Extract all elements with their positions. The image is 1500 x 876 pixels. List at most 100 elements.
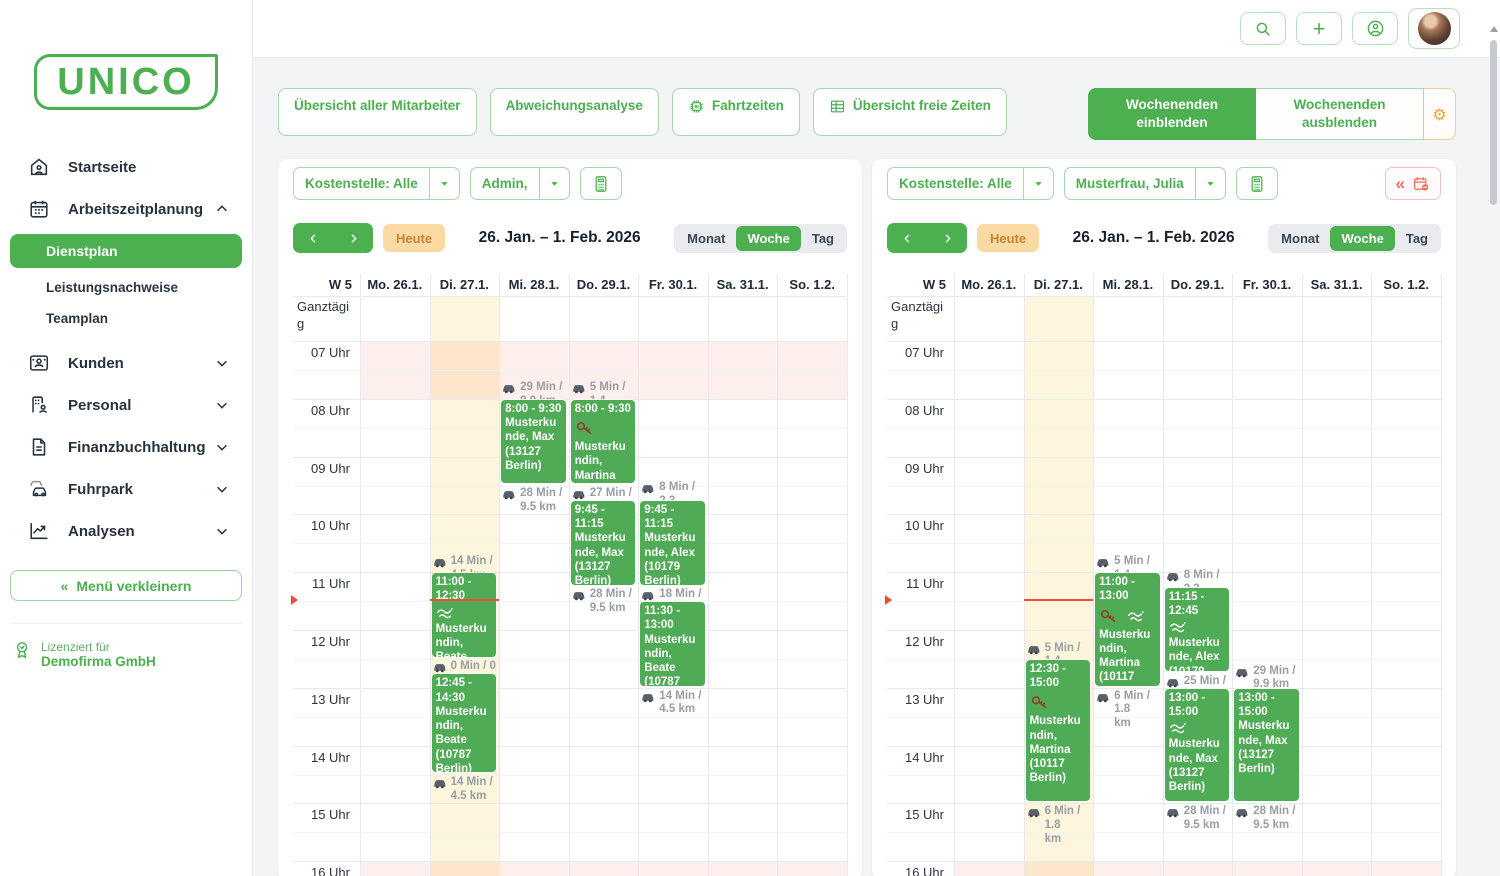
car-icon [1235, 667, 1250, 678]
car-icon [1166, 807, 1181, 818]
today-label: Heute [990, 231, 1026, 246]
calendar-panels: Kostenstelle: Alle Admin, Heute 26. Jan.… [278, 159, 1456, 876]
table-icon [829, 98, 846, 115]
travel-time-label: 14 Min /4.5 km [433, 776, 499, 804]
cost-center-dropdown[interactable]: Kostenstelle: Alle [887, 167, 1054, 200]
sidebar-item-dienstplan[interactable]: Dienstplan [10, 234, 242, 268]
panel-navigation: Heute 26. Jan. – 1. Feb. 2026 Monat Woch… [887, 223, 1441, 253]
current-time-marker [885, 595, 892, 605]
day-header: Do. 29.1. [569, 277, 639, 293]
weekend-show-button[interactable]: Wochenenden einblenden [1088, 88, 1256, 140]
day-header: Sa. 31.1. [708, 277, 778, 293]
profile-button[interactable] [1408, 8, 1460, 49]
car-icon [572, 383, 587, 394]
view-tag[interactable]: Tag [801, 226, 845, 251]
hour-line [293, 688, 847, 689]
calendar-event[interactable]: 11:30 - 13:00Musterkundin, Beate (10787 … [640, 602, 705, 686]
abweichungsanalyse-button[interactable]: Abweichungsanalyse [490, 88, 659, 136]
ai-chip-icon [688, 98, 705, 115]
sidebar-item-finanzbuchhaltung[interactable]: Finanzbuchhaltung [0, 426, 252, 468]
calendar-event[interactable]: 11:00 - 13:00Musterkundin, Martina (1011… [1095, 573, 1160, 686]
day-header: Mo. 26.1. [360, 277, 430, 293]
calendar-icon [28, 198, 50, 220]
view-woche[interactable]: Woche [1330, 226, 1394, 251]
signature-swoosh-icon [1169, 621, 1187, 634]
header-separator-line [293, 296, 847, 297]
add-button[interactable]: + [1296, 12, 1342, 45]
view-monat[interactable]: Monat [676, 226, 736, 251]
car-icon [641, 590, 656, 601]
calendar-event[interactable]: 12:45 - 14:30Musterkundin, Beate (10787 … [432, 674, 497, 772]
remove-comparison-button[interactable]: « [1385, 167, 1441, 200]
week-nav [293, 223, 373, 253]
prev-week-button[interactable] [887, 232, 927, 245]
sidebar-item-arbeitszeitplanung[interactable]: Arbeitszeitplanung [0, 188, 252, 230]
sidebar-item-kunden[interactable]: Kunden [0, 342, 252, 384]
day-header: Mi. 28.1. [499, 277, 569, 293]
car-icon [502, 489, 517, 500]
calendar-event[interactable]: 11:15 - 12:45Musterkunde, Alex (10179 Be… [1165, 588, 1230, 672]
sidebar-item-label: Dienstplan [46, 243, 118, 259]
settings-button[interactable]: ⚙ [1424, 88, 1456, 140]
calculator-icon [1249, 175, 1265, 193]
calendar-event[interactable]: 13:00 - 15:00Musterkunde, Max (13127 Ber… [1234, 689, 1299, 802]
menu-collapse-button[interactable]: « Menü verkleinern [10, 570, 242, 601]
view-tag[interactable]: Tag [1395, 226, 1439, 251]
view-woche[interactable]: Woche [736, 226, 800, 251]
calendar-event[interactable]: 9:45 - 11:15Musterkunde, Max (13127 Berl… [571, 501, 636, 585]
car-icon [1166, 677, 1181, 688]
chevron-down-icon [214, 523, 230, 539]
weekend-hide-button[interactable]: Wochenenden ausblenden [1256, 88, 1424, 140]
sidebar-item-teamplan[interactable]: Teamplan [0, 303, 252, 334]
sidebar-item-label: Finanzbuchhaltung [68, 439, 214, 456]
half-hour-line [887, 428, 1441, 429]
page-scrollbar[interactable] [1489, 0, 1499, 876]
sidebar-item-label: Analysen [68, 523, 214, 540]
sidebar-item-label: Fuhrpark [68, 481, 214, 498]
day-header: Mo. 26.1. [954, 277, 1024, 293]
calendar-event[interactable]: 9:45 - 11:15Musterkunde, Alex (10179 Ber… [640, 501, 705, 585]
next-week-button[interactable] [927, 232, 967, 245]
sidebar-item-personal[interactable]: Personal [0, 384, 252, 426]
uebersicht-mitarbeiter-button[interactable]: Übersicht aller Mitarbeiter [278, 88, 477, 136]
sidebar-item-startseite[interactable]: Startseite [0, 146, 252, 188]
calendar-event[interactable]: 8:00 - 9:30Musterkunde, Max (13127 Berli… [501, 400, 566, 484]
employee-dropdown[interactable]: Admin, [470, 167, 570, 200]
off-hours-band [954, 861, 1441, 876]
day-header: Do. 29.1. [1163, 277, 1233, 293]
travel-time-label: 28 Min /9.5 km [502, 487, 568, 515]
calendar-event[interactable]: 13:00 - 15:00Musterkunde, Max (13127 Ber… [1165, 689, 1230, 802]
calculator-button[interactable] [1236, 167, 1278, 200]
prev-week-button[interactable] [293, 232, 333, 245]
calendar-event[interactable]: 8:00 - 9:30Musterkundin, Martina (10117 … [571, 400, 636, 484]
half-hour-line [293, 832, 847, 833]
search-button[interactable] [1240, 12, 1286, 45]
sidebar-item-fuhrpark[interactable]: Fuhrpark [0, 468, 252, 510]
sidebar-item-leistungsnachweise[interactable]: Leistungsnachweise [0, 272, 252, 303]
hour-line [887, 572, 1441, 573]
scrollbar-thumb[interactable] [1490, 40, 1497, 205]
user-account-button[interactable] [1352, 12, 1398, 45]
today-button[interactable]: Heute [383, 224, 445, 252]
calendar-event[interactable]: 12:30 - 15:00Musterkundin, Martina (1011… [1026, 660, 1091, 802]
signature-swoosh-icon [1169, 722, 1187, 735]
calendar-event[interactable]: 11:00 - 12:30Musterkundin, Beate (10787 … [432, 573, 497, 657]
column-line [1441, 274, 1442, 876]
view-monat[interactable]: Monat [1270, 226, 1330, 251]
cost-center-dropdown[interactable]: Kostenstelle: Alle [293, 167, 460, 200]
half-hour-line [293, 370, 847, 371]
avatar [1418, 12, 1451, 45]
employee-dropdown[interactable]: Musterfrau, Julia [1064, 167, 1226, 200]
next-week-button[interactable] [333, 232, 373, 245]
chart-icon [28, 520, 50, 542]
calculator-button[interactable] [580, 167, 622, 200]
hour-line [293, 861, 847, 862]
hour-label: 11 Uhr [887, 576, 944, 591]
sidebar-item-analysen[interactable]: Analysen [0, 510, 252, 552]
scroll-up-arrow[interactable] [1490, 26, 1498, 32]
day-header: So. 1.2. [777, 277, 847, 293]
fahrtzeiten-button[interactable]: Fahrtzeiten [672, 88, 800, 136]
car-icon [641, 483, 656, 494]
uebersicht-freie-zeiten-button[interactable]: Übersicht freie Zeiten [813, 88, 1007, 136]
today-button[interactable]: Heute [977, 224, 1039, 252]
